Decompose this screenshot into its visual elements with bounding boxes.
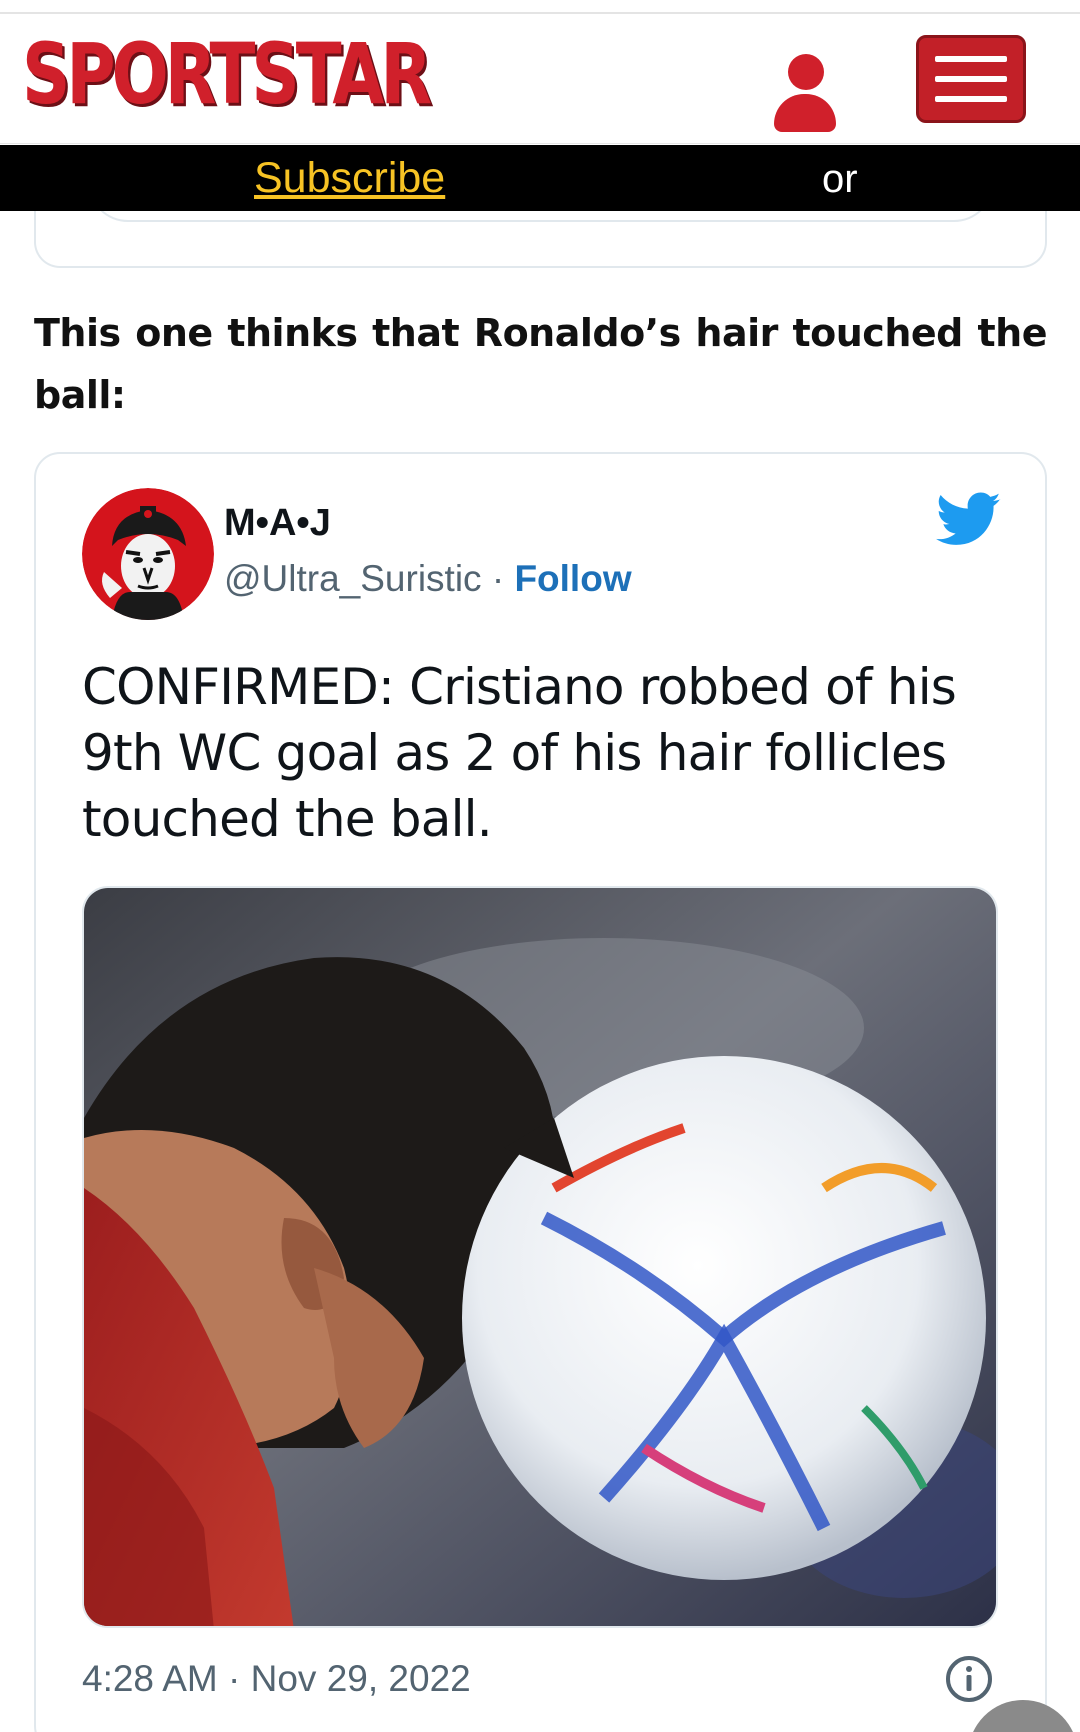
menu-line: [935, 56, 1007, 62]
separator: ·: [481, 558, 515, 599]
hamburger-menu-icon[interactable]: [916, 35, 1026, 123]
info-icon[interactable]: [944, 1654, 994, 1704]
or-text: or: [822, 157, 858, 201]
tweet-text: CONFIRMED: Cristiano robbed of his 9th W…: [82, 658, 957, 848]
tweet-handle-row: @Ultra_Suristic · Follow: [224, 558, 632, 600]
tweet-author-name[interactable]: M•A•J: [224, 502, 331, 545]
top-edge: [0, 0, 1080, 14]
avatar-image: [82, 488, 214, 620]
user-icon-head: [788, 54, 824, 90]
site-logo[interactable]: SPORTSTAR: [22, 32, 432, 116]
photo-image: [84, 888, 996, 1626]
user-icon[interactable]: [770, 42, 840, 132]
subscribe-bar: Subscribe or: [0, 145, 1080, 211]
follow-link[interactable]: Follow: [514, 558, 631, 599]
article-paragraph: This one thinks that Ronaldo’s hair touc…: [34, 311, 1048, 417]
twitter-bird-icon[interactable]: [936, 492, 1002, 552]
tweet-embed[interactable]: M•A•J @Ultra_Suristic · Follow CONFIRMED…: [34, 452, 1047, 1732]
avatar[interactable]: [82, 488, 214, 620]
subscribe-link[interactable]: Subscribe: [254, 154, 445, 202]
menu-line: [935, 96, 1007, 102]
menu-line: [935, 76, 1007, 82]
twitter-bird-svg: [936, 492, 1001, 545]
user-icon-body: [774, 94, 836, 132]
tweet-photo[interactable]: [82, 886, 998, 1628]
tweet-handle[interactable]: @Ultra_Suristic: [224, 558, 482, 599]
tweet-timestamp[interactable]: 4:28 AM · Nov 29, 2022: [82, 1658, 471, 1700]
info-icon-svg: [946, 1656, 992, 1702]
page: SPORTSTAR Subscribe or This one thinks t…: [0, 0, 1080, 1732]
site-header: SPORTSTAR: [0, 14, 1080, 144]
